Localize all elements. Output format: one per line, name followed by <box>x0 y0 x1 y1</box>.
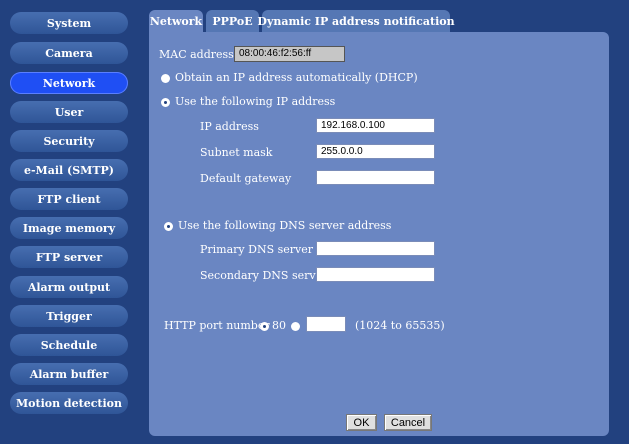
sidebar-item-camera[interactable]: Camera <box>10 42 128 64</box>
default-gateway-input[interactable] <box>316 170 435 185</box>
sidebar-item-security[interactable]: Security <box>10 130 128 152</box>
tab-network[interactable]: Network <box>149 10 203 32</box>
cancel-button[interactable]: Cancel <box>384 414 432 431</box>
tab-dynamic-ip-notification[interactable]: Dynamic IP address notification <box>257 10 455 32</box>
subnet-mask-input[interactable]: 255.0.0.0 <box>316 144 435 159</box>
sidebar-item-ftp-server[interactable]: FTP server <box>10 246 128 268</box>
dns-label: Use the following DNS server address <box>178 219 392 232</box>
sidebar-item-network[interactable]: Network <box>10 72 128 94</box>
static-ip-radio[interactable] <box>161 98 170 107</box>
dns-radio[interactable] <box>164 222 173 231</box>
http-port-custom-input[interactable] <box>306 316 346 332</box>
primary-dns-label: Primary DNS server <box>200 243 314 256</box>
http-port-custom-radio[interactable] <box>291 322 300 331</box>
http-port-label: HTTP port number <box>164 319 270 332</box>
sidebar-item-motion-detection[interactable]: Motion detection <box>10 392 128 414</box>
mac-address-label: MAC address <box>159 48 234 61</box>
http-port-default-radio[interactable] <box>260 322 269 331</box>
sidebar-item-ftp-client[interactable]: FTP client <box>10 188 128 210</box>
mac-address-value: 08:00:46:f2:56:ff <box>234 46 345 62</box>
sidebar-item-trigger[interactable]: Trigger <box>10 305 128 327</box>
dhcp-label: Obtain an IP address automatically (DHCP… <box>175 71 418 84</box>
secondary-dns-input[interactable] <box>316 267 435 282</box>
sidebar: System Camera Network User Security e-Ma… <box>0 0 146 444</box>
http-port-range-hint: (1024 to 65535) <box>355 319 445 332</box>
sidebar-item-system[interactable]: System <box>10 12 128 34</box>
sidebar-item-schedule[interactable]: Schedule <box>10 334 128 356</box>
ok-button[interactable]: OK <box>346 414 377 431</box>
static-ip-label: Use the following IP address <box>175 95 336 108</box>
ip-address-label: IP address <box>200 120 259 133</box>
sidebar-item-alarm-output[interactable]: Alarm output <box>10 276 128 298</box>
primary-dns-input[interactable] <box>316 241 435 256</box>
dhcp-radio[interactable] <box>161 74 170 83</box>
http-port-default-label: 80 <box>272 319 286 332</box>
ip-address-input[interactable]: 192.168.0.100 <box>316 118 435 133</box>
default-gateway-label: Default gateway <box>200 172 292 185</box>
secondary-dns-label: Secondary DNS server <box>200 269 328 282</box>
sidebar-item-user[interactable]: User <box>10 101 128 123</box>
sidebar-item-alarm-buffer[interactable]: Alarm buffer <box>10 363 128 385</box>
sidebar-item-email-smtp[interactable]: e-Mail (SMTP) <box>10 159 128 181</box>
sidebar-item-image-memory[interactable]: Image memory <box>10 217 128 239</box>
network-settings-panel: MAC address 08:00:46:f2:56:ff Obtain an … <box>149 32 609 436</box>
subnet-mask-label: Subnet mask <box>200 146 273 159</box>
tab-pppoe[interactable]: PPPoE <box>206 10 259 32</box>
